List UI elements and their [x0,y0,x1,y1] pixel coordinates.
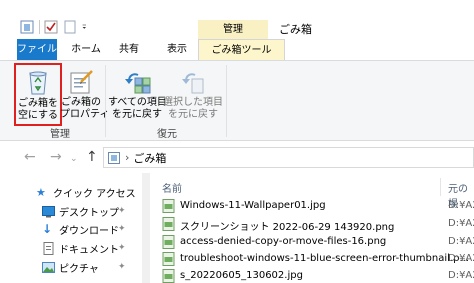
customize-qat-icon[interactable] [82,20,90,34]
nav-item-desktop[interactable]: デスクトップ ✦ [0,202,142,220]
table-row[interactable]: troubleshoot-windows-11-blue-screen-erro… [150,250,474,268]
breadcrumb-separator[interactable]: › [125,151,129,164]
nav-item-quick-access[interactable]: ★ クイック アクセス [0,183,142,201]
empty-recycle-bin-button[interactable]: ごみ箱を 空にする [14,63,62,126]
recent-locations-chevron-icon[interactable]: ⌄ [70,151,78,167]
recycle-bin-properties-button[interactable]: ごみ箱の プロパティ [60,65,110,123]
restore-all-items-button[interactable]: すべての項目 を元に戻す [108,65,167,123]
window-title: ごみ箱 [279,23,312,36]
restore-all-label-line1: すべての項目 [108,97,167,108]
pin-icon[interactable]: ✦ [118,224,126,234]
navigation-pane-scrollbar[interactable] [142,173,150,283]
file-name: Windows-11-Wallpaper01.jpg [180,200,326,211]
restore-selected-items-button[interactable]: 選択した項目 を元に戻す [163,65,223,123]
jpg-file-icon [162,199,175,213]
file-original-location: D:¥A2 [448,270,474,281]
group-label-restore: 復元 [157,129,177,140]
nav-item-downloads[interactable]: ↓ ダウンロード ✦ [0,220,142,238]
column-header-name[interactable]: 名前 [162,180,182,195]
table-row[interactable]: s_20220605_130602.jpg D:¥A2 [150,267,474,283]
back-arrow-icon[interactable]: ← [24,149,36,165]
restore-all-label-line2: を元に戻す [112,109,162,120]
tab-view[interactable]: 表示 [157,39,197,60]
properties-icon [70,70,93,94]
group-separator [226,65,227,137]
pin-icon[interactable]: ✦ [118,206,126,216]
file-original-location: D:¥A2 [448,253,474,264]
group-label-manage: 管理 [50,129,70,140]
star-icon: ★ [36,185,46,199]
tab-share[interactable]: 共有 [113,39,145,60]
jpg-file-icon [162,269,175,283]
nav-item-label: クイック アクセス [53,188,136,200]
table-row[interactable]: access-denied-copy-or-move-files-16.png … [150,233,474,251]
file-original-location: D:¥A2 [448,236,474,247]
nav-item-label: ドキュメント [59,244,119,256]
empty-bin-label-line1: ごみ箱を [18,98,58,109]
png-file-icon [162,252,175,266]
file-original-location: D:¥A2 [448,200,474,211]
up-arrow-icon[interactable]: ↑ [86,149,98,165]
tab-recycle-bin-tools[interactable]: ごみ箱ツール [198,39,285,61]
file-list: 名前 元の場 Windows-11-Wallpaper01.jpg D:¥A2 … [150,173,474,283]
tab-file[interactable]: ファイル [17,39,57,60]
nav-item-label: ピクチャ [59,263,99,275]
properties-label-line2: プロパティ [60,109,110,120]
breadcrumb-recycle-bin[interactable]: ごみ箱 [133,150,166,166]
pin-icon[interactable]: ✦ [118,262,126,272]
nav-item-label: デスクトップ [59,207,119,219]
navigation-pane: ★ クイック アクセス デスクトップ ✦ ↓ ダウンロード ✦ ドキュメント ✦… [0,173,142,283]
properties-check-icon[interactable] [44,20,58,34]
pictures-icon [42,261,55,273]
group-separator [105,65,106,137]
forward-arrow-icon[interactable]: → [50,149,62,165]
context-tab-group-manage: 管理 [198,20,268,39]
empty-bin-label-line2: 空にする [17,110,59,121]
png-file-icon [162,217,175,231]
table-row[interactable]: スクリーンショット 2022-06-29 143920.png D:¥A2 [150,215,474,233]
file-name: troubleshoot-windows-11-blue-screen-erro… [180,253,469,264]
tab-home[interactable]: ホーム [63,39,109,60]
column-header: 名前 元の場 [150,178,474,210]
title-bar: 管理 ごみ箱 [0,0,474,39]
file-name: スクリーンショット 2022-06-29 143920.png [180,222,395,233]
new-folder-icon[interactable] [63,20,77,34]
address-bar[interactable]: › ごみ箱 [103,147,474,168]
nav-item-label: ダウンロード [59,225,119,237]
restore-all-icon [125,73,151,94]
recycle-bin-address-icon [108,151,120,164]
pin-icon[interactable]: ✦ [118,243,126,253]
navigation-bar: ← → ⌄ ↑ › ごみ箱 [0,141,474,173]
desktop-icon [42,205,55,217]
column-divider[interactable] [440,178,441,196]
file-name: access-denied-copy-or-move-files-16.png [180,236,387,247]
download-arrow-icon: ↓ [42,221,53,236]
ribbon: ごみ箱を 空にする ごみ箱の プロパティ 管理 すべての項目 を元に戻す 選択し… [0,60,474,141]
nav-item-documents[interactable]: ドキュメント ✦ [0,239,142,257]
table-row[interactable]: Windows-11-Wallpaper01.jpg D:¥A2 [150,197,474,215]
restore-selected-icon [182,73,204,94]
recycle-bin-icon [29,71,47,95]
restore-selected-label-line2: を元に戻す [168,109,218,120]
png-file-icon [162,235,175,249]
file-name: s_20220605_130602.jpg [180,270,303,281]
restore-selected-label-line1: 選択した項目 [163,97,223,108]
ribbon-tabs: ファイル ホーム 共有 表示 ごみ箱ツール [17,39,474,61]
documents-icon [43,241,54,255]
recycle-bin-small-icon[interactable] [20,20,34,34]
nav-item-pictures[interactable]: ピクチャ ✦ [0,258,142,276]
properties-label-line1: ごみ箱の [61,97,101,108]
quick-access-toolbar [20,18,95,36]
qat-separator [39,20,40,34]
file-original-location: D:¥A2 [448,218,474,229]
